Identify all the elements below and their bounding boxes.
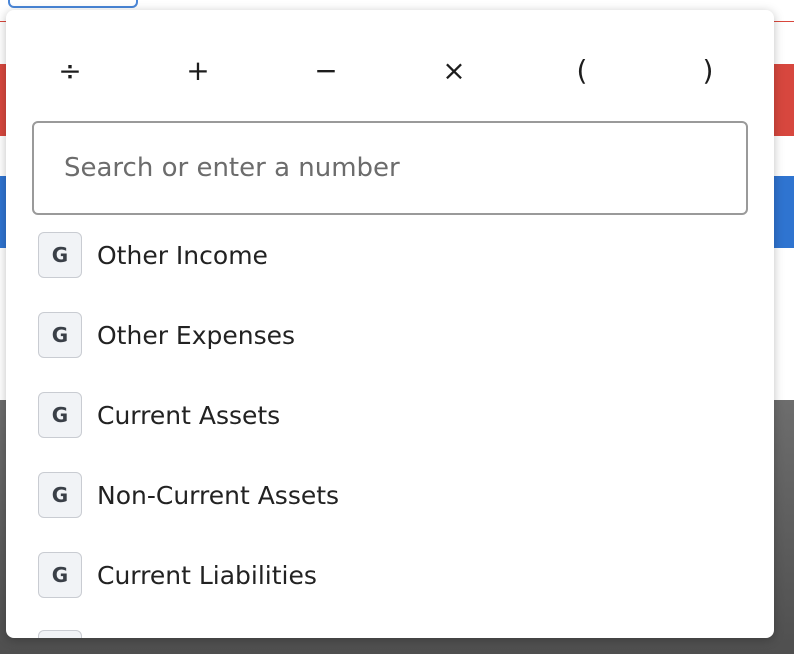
list-item-label: Non-Current Assets bbox=[97, 481, 340, 510]
search-input[interactable] bbox=[32, 121, 748, 215]
group-badge: G bbox=[38, 392, 82, 438]
group-badge: G bbox=[38, 232, 82, 278]
list-item[interactable]: G Current Liabilities bbox=[6, 546, 774, 606]
list-item[interactable]: G Other Income bbox=[6, 226, 774, 286]
list-item[interactable]: G Non-Current Assets bbox=[6, 466, 774, 526]
list-item-label: Current Assets bbox=[97, 401, 281, 430]
list-item-label: Other Income bbox=[97, 241, 268, 270]
group-badge: G bbox=[38, 472, 82, 518]
account-list: G Other Income G Other Expenses G Curren… bbox=[6, 226, 774, 638]
list-item[interactable]: G Current Assets bbox=[6, 386, 774, 446]
open-paren-button[interactable]: ( bbox=[552, 46, 612, 94]
divide-button[interactable]: ÷ bbox=[40, 46, 100, 94]
list-item-label: Current Liabilities bbox=[97, 561, 317, 590]
minus-button[interactable]: − bbox=[296, 46, 356, 94]
multiply-button[interactable]: × bbox=[424, 46, 484, 94]
background-tab bbox=[8, 0, 138, 8]
plus-button[interactable]: + bbox=[168, 46, 228, 94]
list-item[interactable]: G Other Expenses bbox=[6, 306, 774, 366]
operator-bar: ÷ + − × ( ) bbox=[6, 46, 774, 94]
formula-popup: ÷ + − × ( ) G Other Income G Other Expen… bbox=[6, 10, 774, 638]
group-badge: G bbox=[38, 552, 82, 598]
list-item-label: Other Expenses bbox=[97, 321, 296, 350]
close-paren-button[interactable]: ) bbox=[678, 46, 738, 94]
partial-list-item[interactable] bbox=[38, 630, 82, 638]
group-badge: G bbox=[38, 312, 82, 358]
